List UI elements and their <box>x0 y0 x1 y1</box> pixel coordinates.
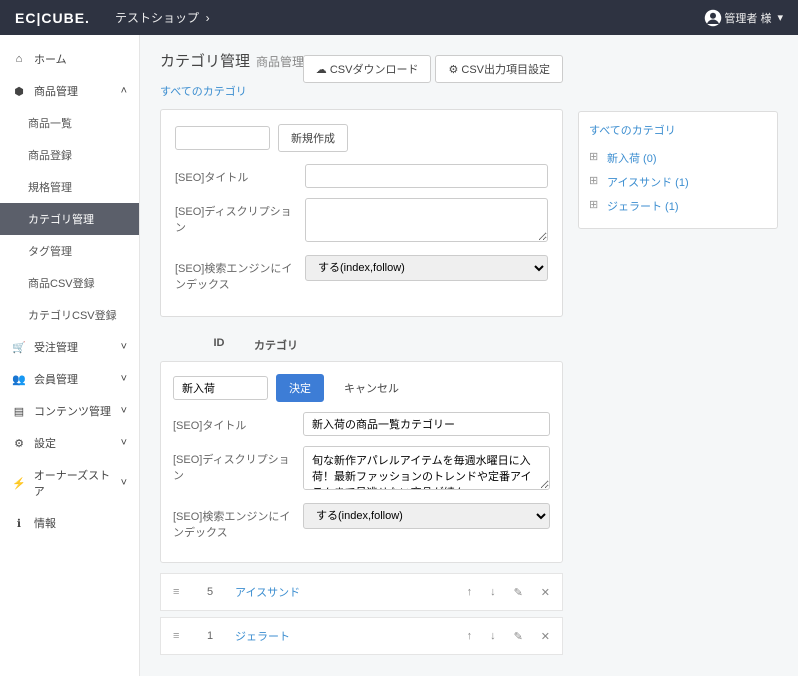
csv-settings-button[interactable]: ⚙ CSV出力項目設定 <box>435 55 563 83</box>
sidebar-sub-規格管理[interactable]: 規格管理 <box>0 171 139 203</box>
chevron-down-icon: ▾ <box>777 11 783 24</box>
seo-desc-input[interactable] <box>305 198 548 242</box>
drag-handle-icon[interactable]: ≡ <box>173 630 185 642</box>
sidebar-item-コンテンツ管理[interactable]: ▤コンテンツ管理˅ <box>0 395 139 427</box>
new-category-form: 新規作成 [SEO]タイトル [SEO]ディスクリプション [SEO]検索エンジ… <box>160 109 563 317</box>
sidebar-sub-カテゴリCSV登録[interactable]: カテゴリCSV登録 <box>0 299 139 331</box>
move-up-icon[interactable]: ↑ <box>467 586 473 599</box>
plug-icon: ⚡ <box>12 477 26 490</box>
chevron-icon: ˅ <box>121 477 127 489</box>
cube-icon: ⬢ <box>12 85 26 98</box>
cancel-button[interactable]: キャンセル <box>332 375 411 401</box>
edit-icon[interactable]: ✎ <box>514 630 523 643</box>
tree-item[interactable]: 新入荷 (0) <box>589 146 767 170</box>
info-icon: ℹ <box>12 517 26 530</box>
delete-icon[interactable]: ✕ <box>541 586 550 599</box>
seo-index-select[interactable]: する(index,follow) <box>305 255 548 281</box>
edit-seo-desc-label: [SEO]ディスクリプション <box>173 446 293 483</box>
chevron-icon: ˅ <box>121 373 127 385</box>
sidebar-sub-タグ管理[interactable]: タグ管理 <box>0 235 139 267</box>
row-id: 5 <box>200 586 220 598</box>
users-icon: 👥 <box>12 373 26 386</box>
user-icon <box>704 9 718 27</box>
tree-item[interactable]: アイスサンド (1) <box>589 170 767 194</box>
user-menu[interactable]: 管理者 様 ▾ <box>704 9 783 27</box>
row-id: 1 <box>200 630 220 642</box>
gear-icon: ⚙ <box>12 437 26 450</box>
sidebar-sub-商品登録[interactable]: 商品登録 <box>0 139 139 171</box>
category-row: ≡ 5 アイスサンド ↑ ↓ ✎ ✕ <box>160 573 563 611</box>
chevron-icon: ˄ <box>121 85 127 97</box>
logo: EC|CUBE. <box>15 10 90 26</box>
seo-title-input[interactable] <box>305 164 548 188</box>
sidebar-item-ホーム[interactable]: ⌂ホーム <box>0 43 139 75</box>
cart-icon: 🛒 <box>12 341 26 354</box>
edit-seo-title-label: [SEO]タイトル <box>173 412 293 433</box>
move-up-icon[interactable]: ↑ <box>467 630 473 643</box>
edit-seo-index-label: [SEO]検索エンジンにインデックス <box>173 503 293 540</box>
submit-button[interactable]: 決定 <box>276 374 324 402</box>
chevron-icon: ˅ <box>121 405 127 417</box>
breadcrumb[interactable]: すべてのカテゴリ <box>160 83 247 99</box>
move-down-icon[interactable]: ↓ <box>490 630 496 643</box>
chevron-icon: ˅ <box>121 437 127 449</box>
sidebar-sub-商品一覧[interactable]: 商品一覧 <box>0 107 139 139</box>
sidebar-item-オーナーズストア[interactable]: ⚡オーナーズストア˅ <box>0 459 139 507</box>
sidebar-item-受注管理[interactable]: 🛒受注管理˅ <box>0 331 139 363</box>
drag-handle-icon[interactable]: ≡ <box>173 586 185 598</box>
row-name[interactable]: アイスサンド <box>235 584 452 600</box>
tree-title[interactable]: すべてのカテゴリ <box>589 122 767 138</box>
sidebar-item-設定[interactable]: ⚙設定˅ <box>0 427 139 459</box>
list-header: ID カテゴリ <box>160 329 563 361</box>
csv-download-button[interactable]: ☁ CSVダウンロード <box>303 55 432 83</box>
category-row: ≡ 1 ジェラート ↑ ↓ ✎ ✕ <box>160 617 563 655</box>
move-down-icon[interactable]: ↓ <box>490 586 496 599</box>
edit-icon[interactable]: ✎ <box>514 586 523 599</box>
topbar: EC|CUBE. テストショップ › 管理者 様 ▾ <box>0 0 798 35</box>
tree-item[interactable]: ジェラート (1) <box>589 194 767 218</box>
seo-index-label: [SEO]検索エンジンにインデックス <box>175 255 295 292</box>
sidebar: ⌂ホーム⬢商品管理˄商品一覧商品登録規格管理カテゴリ管理タグ管理商品CSV登録カ… <box>0 35 140 676</box>
edit-category-form: 決定 キャンセル [SEO]タイトル [SEO]ディスクリプション [SEO]検… <box>160 361 563 563</box>
create-button[interactable]: 新規作成 <box>278 124 348 152</box>
row-name[interactable]: ジェラート <box>235 628 452 644</box>
chevron-icon: ˅ <box>121 341 127 353</box>
seo-title-label: [SEO]タイトル <box>175 164 295 185</box>
delete-icon[interactable]: ✕ <box>541 630 550 643</box>
sidebar-sub-カテゴリ管理[interactable]: カテゴリ管理 <box>0 203 139 235</box>
sidebar-item-情報[interactable]: ℹ情報 <box>0 507 139 539</box>
edit-name-input[interactable] <box>173 376 268 400</box>
shop-link[interactable]: テストショップ › <box>115 9 210 26</box>
sidebar-item-商品管理[interactable]: ⬢商品管理˄ <box>0 75 139 107</box>
home-icon: ⌂ <box>12 53 26 65</box>
new-name-input[interactable] <box>175 126 270 150</box>
sidebar-item-会員管理[interactable]: 👥会員管理˅ <box>0 363 139 395</box>
file-icon: ▤ <box>12 405 26 418</box>
edit-seo-title-input[interactable] <box>303 412 550 436</box>
edit-seo-index-select[interactable]: する(index,follow) <box>303 503 550 529</box>
edit-seo-desc-input[interactable] <box>303 446 550 490</box>
sidebar-sub-商品CSV登録[interactable]: 商品CSV登録 <box>0 267 139 299</box>
seo-desc-label: [SEO]ディスクリプション <box>175 198 295 235</box>
category-tree: すべてのカテゴリ 新入荷 (0)アイスサンド (1)ジェラート (1) <box>578 111 778 229</box>
